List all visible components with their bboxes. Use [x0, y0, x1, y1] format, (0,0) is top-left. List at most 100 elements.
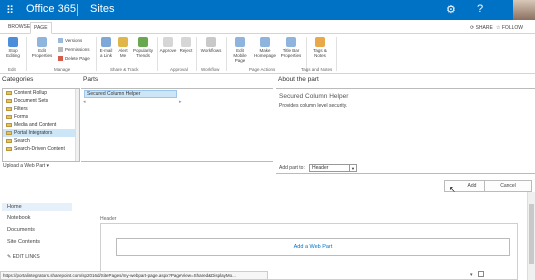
- about-pane: Secured Column Helper Provides column le…: [276, 88, 535, 174]
- workflow-icon: [206, 37, 216, 47]
- part-description: Provides column level security.: [279, 103, 348, 109]
- chevron-down-icon: ▼: [349, 165, 356, 172]
- scrollbar-thumb[interactable]: [529, 204, 534, 264]
- tag-icon: [315, 37, 325, 47]
- category-label: Filters: [14, 106, 28, 112]
- help-icon[interactable]: ?: [477, 3, 483, 15]
- stop-editing-button[interactable]: Stop Editing: [2, 37, 24, 58]
- alert-me-button[interactable]: Alert Me: [116, 37, 130, 58]
- tab-page[interactable]: PAGE: [30, 22, 52, 34]
- waffle-icon[interactable]: ⠿: [0, 0, 20, 20]
- page-scrollbar[interactable]: [527, 192, 535, 280]
- left-navigation: Home Notebook Documents Site Contents ✎ …: [0, 192, 100, 272]
- add-web-part-button[interactable]: Add a Web Part: [116, 238, 510, 256]
- approve-icon: [163, 37, 173, 47]
- category-label: Document Sets: [14, 98, 49, 104]
- edit-mobile-button[interactable]: Edit Mobile Page: [229, 37, 251, 63]
- categories-scrollbar[interactable]: [75, 89, 79, 161]
- category-item[interactable]: Document Sets: [3, 97, 79, 105]
- category-label: Portal Integrators: [14, 130, 53, 136]
- delete-page-label: Delete Page: [65, 56, 90, 61]
- category-item-selected[interactable]: Portal Integrators: [3, 129, 79, 137]
- scroll-left-icon[interactable]: ◂: [83, 99, 86, 105]
- category-item[interactable]: Content Rollup: [3, 89, 79, 97]
- tab-browse[interactable]: BROWSE: [8, 24, 30, 30]
- make-homepage-button[interactable]: Make Homepage: [253, 37, 277, 58]
- parts-title: Parts: [83, 76, 99, 83]
- categories-title: Categories: [2, 76, 34, 83]
- delete-page-button[interactable]: Delete Page: [58, 56, 90, 62]
- versions-icon: [58, 38, 63, 44]
- category-label: Media and Content: [14, 122, 57, 128]
- upload-label: Upload a Web Part: [3, 163, 46, 169]
- edit-mobile-label: Edit Mobile Page: [233, 48, 247, 63]
- brand-label[interactable]: Office 365: [26, 3, 76, 15]
- avatar[interactable]: [513, 0, 535, 20]
- category-label: Search: [14, 138, 30, 144]
- reject-button[interactable]: Reject: [178, 37, 194, 53]
- reject-icon: [181, 37, 191, 47]
- group-divider: [306, 37, 307, 71]
- versions-button[interactable]: Versions: [58, 38, 83, 44]
- group-workflow: Workflow: [201, 67, 220, 72]
- edit-properties-button[interactable]: Edit Properties: [31, 37, 53, 58]
- category-item[interactable]: Filters: [3, 105, 79, 113]
- add-part-to-label: Add part to:: [279, 165, 305, 171]
- gear-icon[interactable]: ⚙: [446, 3, 456, 16]
- approve-button[interactable]: Approve: [159, 37, 177, 53]
- group-divider: [157, 37, 158, 71]
- nav-item-notebook[interactable]: Notebook: [7, 215, 31, 221]
- zone-select[interactable]: Header ▼: [309, 164, 357, 172]
- folder-icon: [6, 114, 12, 119]
- checkbox[interactable]: [478, 271, 484, 277]
- ribbon-tabs: BROWSE PAGE ⟳ SHARE ☆ FOLLOW: [0, 20, 535, 34]
- bell-icon: [118, 37, 128, 47]
- status-bar-url: https://portalintegrators.sharepoint.com…: [0, 271, 268, 280]
- popularity-trends-button[interactable]: Popularity Trends: [131, 37, 155, 58]
- stop-editing-label: Stop Editing: [6, 48, 20, 58]
- tags-notes-label: Tags & Notes: [313, 48, 327, 58]
- group-approval: Approval: [170, 67, 188, 72]
- title-bar-properties-button[interactable]: Title Bar Properties: [279, 37, 303, 58]
- approve-label: Approve: [159, 48, 177, 53]
- permissions-label: Permissions: [65, 47, 90, 52]
- group-divider: [26, 37, 27, 71]
- reject-label: Reject: [179, 48, 193, 53]
- suite-divider: [77, 4, 78, 16]
- tags-notes-button[interactable]: Tags & Notes: [310, 37, 330, 58]
- follow-label: FOLLOW: [501, 25, 523, 31]
- group-divider: [196, 37, 197, 71]
- scroll-right-icon[interactable]: ▸: [179, 99, 182, 105]
- category-item[interactable]: Search-Driven Content: [3, 145, 79, 153]
- workflows-button[interactable]: Workflows: [199, 37, 223, 53]
- categories-list[interactable]: Content Rollup Document Sets Filters For…: [2, 88, 80, 162]
- versions-label: Versions: [65, 38, 83, 43]
- title-bar-properties-label: Title Bar Properties: [280, 48, 302, 58]
- email-icon: [101, 37, 111, 47]
- folder-icon: [6, 138, 12, 143]
- folder-icon: [6, 98, 12, 103]
- folder-icon: [6, 146, 12, 151]
- upload-web-part-link[interactable]: Upload a Web Part ▾: [3, 163, 49, 169]
- folder-icon: [6, 122, 12, 127]
- part-item-selected[interactable]: Secured Column Helper: [84, 90, 177, 98]
- follow-button[interactable]: ☆ FOLLOW: [496, 25, 523, 31]
- category-item[interactable]: Media and Content: [3, 121, 79, 129]
- nav-item-site-contents[interactable]: Site Contents: [7, 239, 40, 245]
- category-item[interactable]: Search: [3, 137, 79, 145]
- zone-value: Header: [312, 165, 329, 171]
- parts-list[interactable]: Secured Column Helper ◂ ▸: [81, 88, 273, 162]
- section-label[interactable]: Sites: [90, 3, 114, 15]
- share-button[interactable]: ⟳ SHARE: [470, 25, 493, 31]
- make-homepage-label: Make Homepage: [253, 48, 276, 58]
- dropdown-arrow-icon[interactable]: ▾: [470, 272, 473, 278]
- title-bar-icon: [286, 37, 296, 47]
- permissions-button[interactable]: Permissions: [58, 47, 90, 53]
- group-page-actions: Page Actions: [249, 67, 276, 72]
- nav-item-documents[interactable]: Documents: [7, 227, 35, 233]
- email-link-button[interactable]: E-mail a Link: [98, 37, 114, 58]
- cancel-button[interactable]: Cancel: [484, 180, 532, 192]
- edit-links-button[interactable]: ✎ EDIT LINKS: [7, 254, 40, 260]
- nav-item-home[interactable]: Home: [2, 203, 72, 211]
- category-item[interactable]: Forms: [3, 113, 79, 121]
